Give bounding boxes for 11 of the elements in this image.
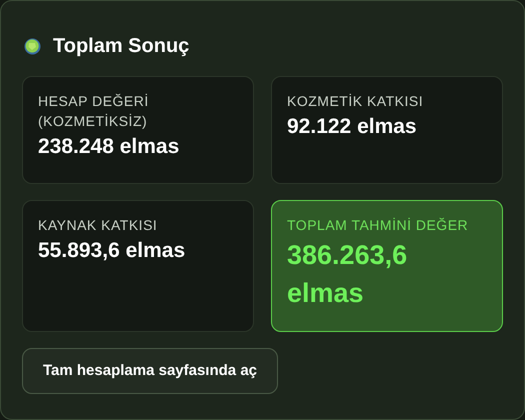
stat-label: KOZMETİK KATKISI <box>287 92 424 111</box>
stat-value: 92.122 elmas <box>287 114 418 140</box>
panel-title: Toplam Sonuç <box>53 34 190 59</box>
stat-label: TOPLAM TAHMİNİ DEĞER <box>287 216 470 235</box>
stat-value: 386.263,6 elmas <box>287 239 408 310</box>
gem-icon <box>24 38 41 54</box>
stat-label: HESAP DEĞERİ (KOZMETİKSİZ) <box>38 92 150 131</box>
stat-label: KAYNAK KATKISI <box>38 216 158 235</box>
stat-value: 55.893,6 elmas <box>38 238 186 264</box>
open-full-calculation-button[interactable]: Tam hesaplama sayfasında aç <box>22 348 278 394</box>
stat-value: 238.248 elmas <box>38 134 180 160</box>
